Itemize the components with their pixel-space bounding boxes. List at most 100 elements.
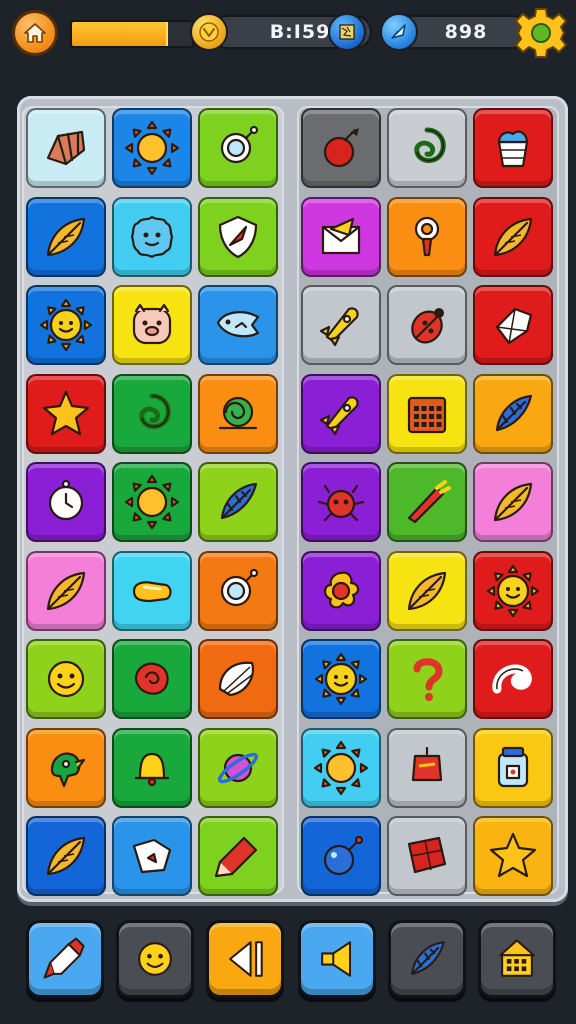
right-tile-22[interactable] [301, 727, 381, 808]
berry-icon [323, 128, 359, 168]
right-tile-25[interactable] [301, 816, 381, 896]
right-tile-grid [301, 108, 553, 896]
right-tile-7[interactable] [301, 285, 381, 365]
right-tile-8[interactable] [387, 285, 467, 365]
right-tile-10[interactable] [301, 373, 381, 454]
right-tile-26[interactable] [387, 816, 467, 896]
right-tile-11[interactable] [387, 373, 467, 454]
leaf-icon [46, 571, 86, 610]
level-progress-bar [70, 20, 194, 48]
left-tile-19[interactable] [26, 639, 106, 719]
key-icon [414, 216, 440, 256]
right-tile-17[interactable] [387, 550, 467, 631]
right-tile-1[interactable] [301, 108, 381, 188]
left-tile-17[interactable] [112, 550, 192, 631]
sun-face-icon [486, 564, 540, 617]
coins-value: B:I59 [269, 21, 331, 43]
swirl-icon [139, 393, 171, 429]
left-tile-3[interactable] [198, 108, 278, 188]
home-icon [24, 23, 46, 43]
left-tile-20[interactable] [112, 639, 192, 719]
right-tile-16[interactable] [301, 550, 381, 631]
left-tile-15[interactable] [198, 462, 278, 542]
right-tile-5[interactable] [387, 196, 467, 277]
left-tile-26[interactable] [112, 816, 192, 896]
feather-tool-button[interactable] [388, 920, 466, 998]
coin-button[interactable] [190, 13, 228, 51]
right-tile-27[interactable] [473, 816, 553, 896]
settings-button[interactable] [514, 6, 568, 60]
left-tile-2[interactable] [112, 108, 192, 188]
smile-face-icon [138, 942, 172, 976]
sun-icon [124, 120, 180, 176]
right-tile-6[interactable] [473, 196, 553, 277]
coin-icon [199, 22, 219, 42]
right-tile-13[interactable] [301, 462, 381, 542]
megaphone-tool-button[interactable] [298, 920, 376, 998]
left-tile-7[interactable] [26, 285, 106, 365]
right-tile-21[interactable] [473, 639, 553, 719]
left-tile-4[interactable] [26, 196, 106, 277]
bird-icon [50, 752, 86, 787]
left-tile-18[interactable] [198, 550, 278, 631]
left-tile-1[interactable] [26, 108, 106, 188]
left-tile-11[interactable] [112, 373, 192, 454]
rocket-icon [319, 307, 359, 347]
left-tile-14[interactable] [112, 462, 192, 542]
left-tile-6[interactable] [198, 196, 278, 277]
leaf-icon [46, 217, 86, 256]
right-tile-4[interactable] [301, 196, 381, 277]
smile-face-icon [47, 660, 85, 698]
paintbrush-tool-button[interactable] [26, 920, 104, 998]
shop-tool-button[interactable] [478, 920, 556, 998]
left-tile-9[interactable] [198, 285, 278, 365]
right-tile-2[interactable] [387, 108, 467, 188]
jar-icon [497, 746, 529, 787]
back-icon [229, 941, 263, 977]
left-tile-13[interactable] [26, 462, 106, 542]
left-tile-23[interactable] [112, 727, 192, 808]
left-tile-27[interactable] [198, 816, 278, 896]
leaf-icon [46, 836, 86, 876]
seashell-icon [46, 130, 86, 166]
right-tile-9[interactable] [473, 285, 553, 365]
right-tile-19[interactable] [301, 639, 381, 719]
cup-icon [497, 130, 529, 168]
right-tile-20[interactable] [387, 639, 467, 719]
calendar-icon [407, 396, 447, 433]
right-tile-3[interactable] [473, 108, 553, 188]
left-tile-10[interactable] [26, 373, 106, 454]
home-button[interactable] [12, 10, 58, 56]
right-tile-23[interactable] [387, 727, 467, 808]
paper-icon [132, 838, 172, 874]
feather-icon [220, 482, 258, 520]
left-tile-12[interactable] [198, 373, 278, 454]
gem-button[interactable] [380, 13, 418, 51]
star-icon [42, 390, 90, 435]
left-tile-16[interactable] [26, 550, 106, 631]
left-tile-21[interactable] [198, 639, 278, 719]
left-tile-22[interactable] [26, 727, 106, 808]
question-icon [413, 658, 443, 701]
left-tile-25[interactable] [26, 816, 106, 896]
left-tile-24[interactable] [198, 727, 278, 808]
right-tile-12[interactable] [473, 373, 553, 454]
map-button[interactable] [328, 13, 366, 51]
clock-icon [48, 479, 84, 521]
right-tile-14[interactable] [387, 462, 467, 542]
fish-icon [216, 311, 260, 338]
magnifier-icon [220, 568, 259, 606]
shop-icon [499, 939, 535, 977]
left-tile-5[interactable] [112, 196, 192, 277]
shield-icon [218, 215, 258, 258]
envelope-icon [321, 217, 361, 254]
smile-face-tool-button[interactable] [116, 920, 194, 998]
paintbrush-icon [43, 937, 85, 979]
right-tile-15[interactable] [473, 462, 553, 542]
left-tile-8[interactable] [112, 285, 192, 365]
back-tool-button[interactable] [206, 920, 284, 998]
right-tile-24[interactable] [473, 727, 553, 808]
planet-icon [217, 752, 259, 783]
right-tile-18[interactable] [473, 550, 553, 631]
sun-icon [124, 474, 180, 530]
